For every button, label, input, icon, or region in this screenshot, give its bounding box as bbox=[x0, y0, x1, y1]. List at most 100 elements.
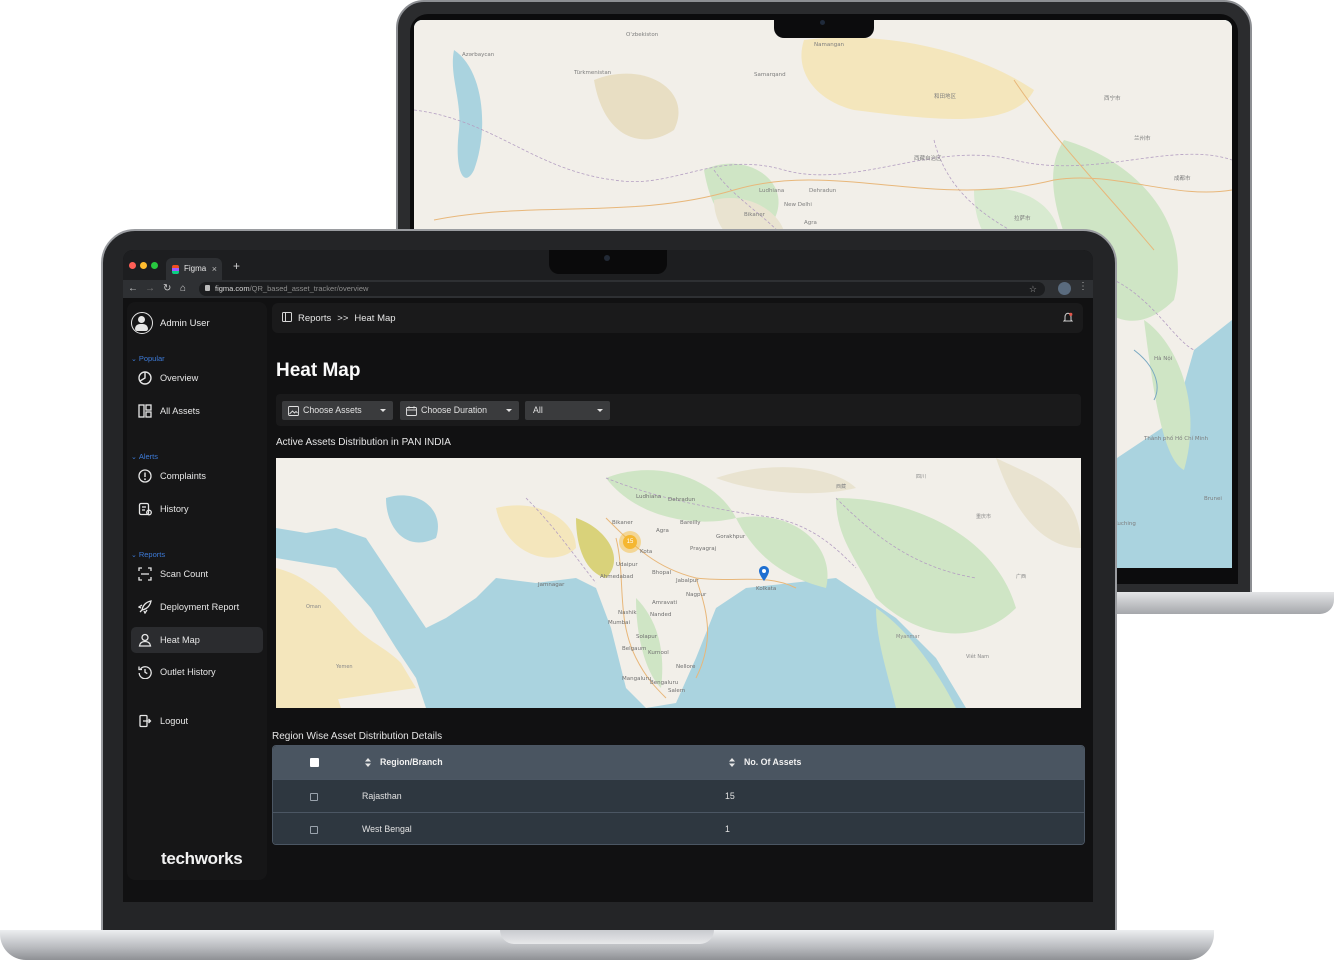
svg-text:和田地区: 和田地区 bbox=[934, 92, 957, 100]
profile-avatar-icon[interactable] bbox=[1058, 282, 1071, 295]
sidebar-item-heat-map[interactable]: Heat Map bbox=[131, 627, 263, 653]
column-header-assets[interactable]: No. Of Assets bbox=[744, 746, 801, 779]
browser-tab-title: Figma bbox=[184, 264, 207, 273]
map-place-label: Agra bbox=[656, 528, 669, 534]
url-path: /QR_based_asset_tracker/overview bbox=[249, 284, 369, 293]
map-place-label: Dehradun bbox=[668, 497, 696, 503]
new-tab-button[interactable]: + bbox=[233, 259, 240, 273]
breadcrumb-separator: >> bbox=[337, 312, 349, 324]
front-laptop-notch bbox=[549, 250, 667, 274]
map-place-label: Jabalpur bbox=[675, 578, 699, 584]
sidebar-item-deployment-report[interactable]: Deployment Report bbox=[131, 594, 263, 620]
svg-text:Viêt Nam: Viêt Nam bbox=[966, 653, 989, 660]
svg-text:Thành phố Hồ Chí Minh: Thành phố Hồ Chí Minh bbox=[1143, 434, 1209, 442]
bookmark-star-icon[interactable]: ☆ bbox=[1029, 282, 1037, 296]
user-name: Admin User bbox=[160, 317, 210, 329]
chevron-down-icon bbox=[380, 409, 386, 412]
location-pin-icon[interactable] bbox=[759, 566, 769, 586]
sidebar-item-label: Deployment Report bbox=[160, 602, 240, 612]
sidebar: Admin User Popular Overview All Assets A… bbox=[127, 302, 267, 880]
map-place-label: Amravati bbox=[652, 600, 678, 606]
map-place-label: Kolkata bbox=[756, 586, 776, 592]
map-tiles: Ludhiana Dehradun Bareilly Bikaner Agra … bbox=[276, 458, 1081, 708]
select-all-checkbox[interactable] bbox=[310, 758, 319, 767]
map-place-label: Mangaluru bbox=[622, 676, 651, 682]
map-place-label: Nashik bbox=[618, 610, 637, 616]
front-laptop-groove bbox=[500, 930, 714, 944]
choose-duration-dropdown[interactable]: Choose Duration bbox=[400, 401, 519, 420]
sidebar-item-outlet-history[interactable]: Outlet History bbox=[131, 659, 263, 685]
back-laptop-camera bbox=[820, 20, 825, 25]
breadcrumb: Reports >> Heat Map bbox=[282, 303, 396, 333]
lock-icon bbox=[205, 285, 210, 291]
sidebar-item-label: Heat Map bbox=[160, 635, 200, 645]
window-close-dot[interactable] bbox=[129, 262, 136, 269]
scope-select[interactable]: All bbox=[525, 401, 610, 420]
sidebar-item-history[interactable]: History bbox=[131, 496, 263, 522]
app-root: Admin User Popular Overview All Assets A… bbox=[123, 298, 1093, 902]
map-place-label: Kurnool bbox=[648, 650, 669, 656]
sidebar-item-scan-count[interactable]: Scan Count bbox=[131, 561, 263, 587]
svg-text:Azərbaycan: Azərbaycan bbox=[462, 52, 495, 58]
map-place-label: Salem bbox=[668, 688, 685, 694]
map-place-label: Ludhiana bbox=[636, 494, 661, 500]
front-laptop-camera bbox=[604, 255, 610, 261]
url-host: figma.com bbox=[215, 284, 250, 293]
svg-text:Ludhiana: Ludhiana bbox=[759, 188, 784, 194]
sort-icon[interactable] bbox=[729, 758, 735, 767]
sidebar-item-logout[interactable]: Logout bbox=[131, 708, 263, 734]
history-list-icon bbox=[137, 501, 153, 517]
svg-text:Brunei: Brunei bbox=[1204, 496, 1222, 502]
map-place-label: Bengaluru bbox=[650, 680, 678, 686]
window-maximize-dot[interactable] bbox=[151, 262, 158, 269]
front-laptop-screen: Figma × + ← → ↻ ⌂ figma.com/QR_based_ass… bbox=[123, 250, 1093, 902]
browser-menu-icon[interactable]: ⋮ bbox=[1078, 281, 1088, 292]
section-reports[interactable]: Reports bbox=[131, 550, 165, 559]
choose-assets-dropdown[interactable]: Choose Assets bbox=[282, 401, 393, 420]
row-checkbox[interactable] bbox=[310, 826, 318, 834]
user-avatar-icon bbox=[131, 312, 153, 334]
address-bar[interactable]: figma.com/QR_based_asset_tracker/overvie… bbox=[199, 282, 1045, 296]
svg-text:Namangan: Namangan bbox=[814, 42, 845, 48]
cluster-count: 15 bbox=[623, 535, 637, 549]
map-section-title: Active Assets Distribution in PAN INDIA bbox=[276, 437, 451, 448]
tab-close-icon[interactable]: × bbox=[212, 258, 217, 280]
row-checkbox[interactable] bbox=[310, 793, 318, 801]
region-cell: Rajasthan bbox=[362, 791, 402, 801]
reload-icon[interactable]: ↻ bbox=[163, 283, 171, 295]
section-alerts[interactable]: Alerts bbox=[131, 452, 158, 461]
sidebar-item-complaints[interactable]: Complaints bbox=[131, 463, 263, 489]
svg-text:兰州市: 兰州市 bbox=[1134, 134, 1151, 142]
browser-toolbar: ← → ↻ ⌂ figma.com/QR_based_asset_tracker… bbox=[123, 280, 1093, 298]
svg-text:Hà Nội: Hà Nội bbox=[1154, 355, 1173, 362]
table-row[interactable]: Rajasthan 15 bbox=[273, 779, 1084, 812]
browser-tab[interactable]: Figma × bbox=[166, 258, 222, 280]
india-heat-map[interactable]: Ludhiana Dehradun Bareilly Bikaner Agra … bbox=[276, 458, 1081, 708]
map-place-label: Prayagraj bbox=[690, 546, 717, 552]
user-profile[interactable]: Admin User bbox=[131, 311, 210, 335]
choose-duration-label: Choose Duration bbox=[421, 405, 488, 415]
region-table: Region/Branch No. Of Assets Rajasthan 15… bbox=[272, 745, 1085, 845]
map-place-label: Bhopal bbox=[652, 570, 671, 576]
brand-logo: techworks bbox=[161, 849, 243, 868]
window-minimize-dot[interactable] bbox=[140, 262, 147, 269]
back-arrow-icon[interactable]: ← bbox=[128, 283, 138, 295]
sidebar-item-all-assets[interactable]: All Assets bbox=[131, 398, 263, 424]
column-header-region[interactable]: Region/Branch bbox=[380, 746, 443, 779]
section-popular[interactable]: Popular bbox=[131, 354, 165, 363]
sidebar-item-overview[interactable]: Overview bbox=[131, 365, 263, 391]
map-place-label: Nagpur bbox=[686, 592, 707, 598]
table-row[interactable]: West Bengal 1 bbox=[273, 812, 1084, 844]
sidebar-item-label: History bbox=[160, 504, 189, 514]
forward-arrow-icon[interactable]: → bbox=[145, 283, 155, 295]
cluster-marker[interactable]: 15 bbox=[619, 531, 641, 553]
map-place-label: Nellore bbox=[676, 664, 696, 670]
breadcrumb-root[interactable]: Reports bbox=[298, 313, 331, 324]
sidebar-item-label: All Assets bbox=[160, 406, 200, 416]
notification-bell-icon[interactable] bbox=[1062, 312, 1074, 326]
sidebar-toggle-icon[interactable] bbox=[282, 311, 292, 325]
page-title: Heat Map bbox=[276, 360, 361, 381]
home-icon[interactable]: ⌂ bbox=[180, 283, 186, 295]
sort-icon[interactable] bbox=[365, 758, 371, 767]
map-place-label: Belgaum bbox=[622, 646, 646, 652]
